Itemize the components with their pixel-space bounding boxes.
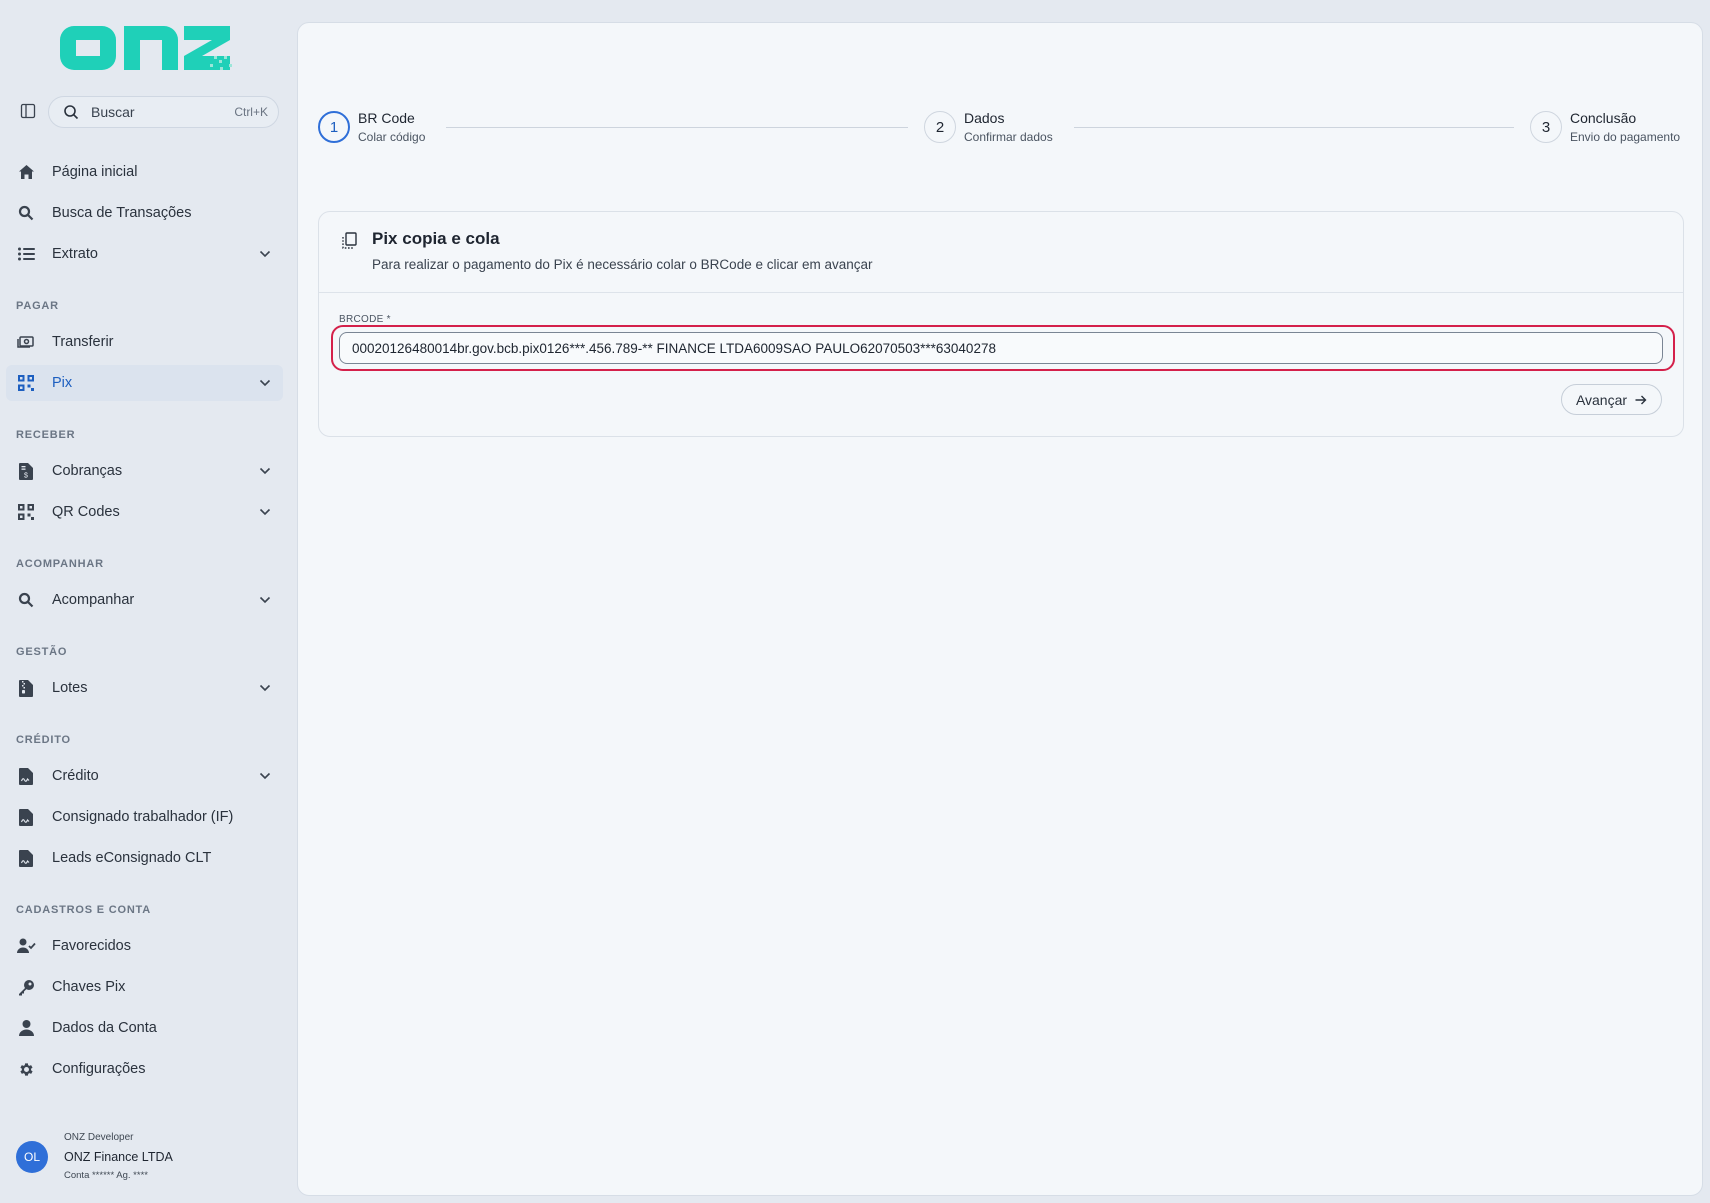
file-signature-icon: [16, 807, 36, 827]
sidebar-item-payroll-loan[interactable]: Consignado trabalhador (IF): [6, 799, 283, 835]
user-account: Conta ****** Ag. ****: [64, 1170, 148, 1181]
sidebar-item-label: Página inicial: [52, 164, 138, 180]
sidebar-item-transfer[interactable]: Transferir: [6, 324, 283, 360]
sidebar-item-leads[interactable]: Leads eConsignado CLT: [6, 840, 283, 876]
step-title: Conclusão: [1570, 110, 1637, 126]
sidebar-toggle-icon[interactable]: [17, 102, 39, 120]
sidebar-item-payees[interactable]: Favorecidos: [6, 928, 283, 964]
sidebar-item-label: QR Codes: [52, 504, 120, 520]
file-zip-icon: [16, 678, 36, 698]
sidebar-item-label: Busca de Transações: [52, 205, 192, 221]
onz-logo[interactable]: [54, 20, 236, 76]
card-header: Pix copia e cola Para realizar o pagamen…: [319, 212, 1683, 293]
gear-icon: [16, 1059, 36, 1079]
search-icon: [61, 102, 81, 122]
chevron-down-icon: [257, 592, 273, 608]
sidebar-item-label: Dados da Conta: [52, 1020, 157, 1036]
sidebar-item-credit[interactable]: Crédito: [6, 758, 283, 794]
list-icon: [16, 244, 36, 264]
chevron-down-icon: [257, 246, 273, 262]
step-number: 1: [318, 111, 350, 143]
chevron-down-icon: [257, 375, 273, 391]
sidebar-item-batches[interactable]: Lotes: [6, 670, 283, 706]
user-icon: [16, 1018, 36, 1038]
brcode-input[interactable]: [339, 332, 1663, 364]
invoice-icon: $: [16, 461, 36, 481]
card-title: Pix copia e cola: [372, 229, 500, 248]
step-number: 2: [924, 111, 956, 143]
sidebar-item-label: Extrato: [52, 246, 98, 262]
user-role: ONZ Developer: [64, 1132, 134, 1143]
key-icon: [16, 977, 36, 997]
chevron-down-icon: [257, 680, 273, 696]
step-connector: [446, 127, 908, 128]
arrow-right-icon: [1635, 392, 1647, 408]
sidebar-item-label: Favorecidos: [52, 938, 131, 954]
user-company: ONZ Finance LTDA: [64, 1150, 173, 1164]
search-icon: [16, 590, 36, 610]
step-connector: [1074, 127, 1514, 128]
search-placeholder: Buscar: [91, 104, 135, 120]
sidebar-item-home[interactable]: Página inicial: [6, 154, 283, 190]
search-shortcut: Ctrl+K: [234, 105, 268, 119]
sidebar-item-label: Pix: [52, 375, 73, 391]
search-icon: [16, 203, 36, 223]
qrcode-icon: [16, 502, 36, 522]
sidebar: Buscar Ctrl+K Página inicial Busca de Tr…: [0, 0, 297, 1203]
user-profile[interactable]: OL ONZ Developer ONZ Finance LTDA Conta …: [16, 1130, 286, 1186]
avatar: OL: [16, 1141, 48, 1173]
step-number: 3: [1530, 111, 1562, 143]
sidebar-item-label: Lotes: [52, 680, 88, 696]
section-label-follow: ACOMPANHAR: [16, 558, 104, 570]
sidebar-item-pix[interactable]: Pix: [6, 365, 283, 401]
pix-icon: [16, 373, 36, 393]
sidebar-item-label: Acompanhar: [52, 592, 135, 608]
user-check-icon: [16, 936, 36, 956]
chevron-down-icon: [257, 463, 273, 479]
card-description: Para realizar o pagamento do Pix é neces…: [372, 257, 873, 272]
sidebar-item-follow[interactable]: Acompanhar: [6, 582, 283, 618]
section-label-management: GESTÃO: [16, 646, 68, 658]
step-subtitle: Envio do pagamento: [1570, 130, 1681, 144]
pix-copy-paste-card: Pix copia e cola Para realizar o pagamen…: [318, 211, 1684, 437]
file-signature-icon: [16, 766, 36, 786]
sidebar-item-label: Configurações: [52, 1061, 146, 1077]
step-subtitle: Colar código: [358, 130, 426, 144]
section-label-pay: PAGAR: [16, 300, 59, 312]
sidebar-item-label: Consignado trabalhador (IF): [52, 809, 234, 825]
sidebar-item-qr-codes[interactable]: QR Codes: [6, 494, 283, 530]
section-label-receive: RECEBER: [16, 429, 76, 441]
step-subtitle: Confirmar dados: [964, 130, 1053, 144]
search-input[interactable]: Buscar Ctrl+K: [48, 96, 279, 128]
sidebar-item-pix-keys[interactable]: Chaves Pix: [6, 969, 283, 1005]
step-title: BR Code: [358, 110, 415, 126]
advance-button[interactable]: Avançar: [1561, 384, 1662, 415]
svg-text:$: $: [24, 472, 28, 479]
sidebar-item-label: Transferir: [52, 334, 114, 350]
sidebar-item-transaction-search[interactable]: Busca de Transações: [6, 195, 283, 231]
section-label-credit: CRÉDITO: [16, 734, 71, 746]
money-transfer-icon: [16, 332, 36, 352]
sidebar-item-statement[interactable]: Extrato: [6, 236, 283, 272]
sidebar-item-charges[interactable]: $ Cobranças: [6, 453, 283, 489]
sidebar-item-label: Crédito: [52, 768, 99, 784]
sidebar-item-label: Cobranças: [52, 463, 123, 479]
brcode-label: BRCODE *: [339, 314, 391, 325]
sidebar-item-account-data[interactable]: Dados da Conta: [6, 1010, 283, 1046]
chevron-down-icon: [257, 504, 273, 520]
main-panel: 1 BR Code Colar código 2 Dados Confirmar…: [297, 22, 1703, 1196]
section-label-registry: CADASTROS E CONTA: [16, 904, 152, 916]
copy-icon: [341, 232, 359, 250]
home-icon: [16, 162, 36, 182]
file-signature-icon: [16, 848, 36, 868]
sidebar-item-label: Chaves Pix: [52, 979, 126, 995]
advance-button-label: Avançar: [1575, 391, 1628, 408]
sidebar-item-settings[interactable]: Configurações: [6, 1051, 283, 1087]
chevron-down-icon: [257, 768, 273, 784]
step-title: Dados: [964, 110, 1005, 126]
sidebar-item-label: Leads eConsignado CLT: [52, 850, 212, 866]
